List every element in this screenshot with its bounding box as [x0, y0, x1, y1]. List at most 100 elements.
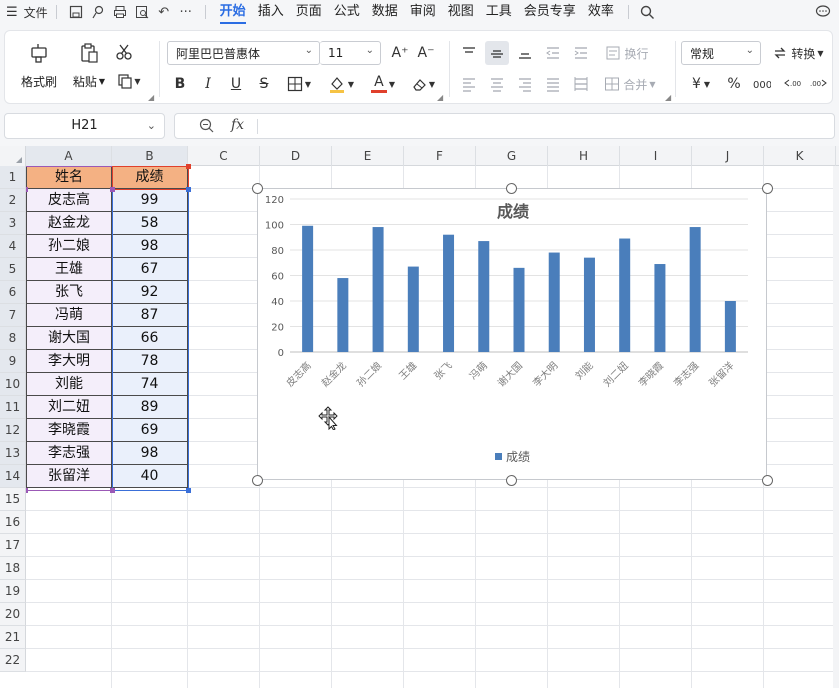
name-cell[interactable]: 王雄 — [26, 258, 112, 281]
column-header-j[interactable]: J — [692, 146, 764, 166]
name-cell[interactable]: 李晓霞 — [26, 419, 112, 442]
tab-member[interactable]: 会员专享 — [518, 0, 582, 24]
align-left-icon[interactable] — [457, 73, 481, 95]
row-header-13[interactable]: 13 — [0, 442, 26, 465]
column-header-h[interactable]: H — [548, 146, 620, 166]
row-header-16[interactable]: 16 — [0, 511, 26, 534]
italic-button[interactable]: I — [197, 73, 219, 95]
convert-button[interactable]: 转换 ▼ — [767, 41, 829, 65]
score-cell[interactable]: 87 — [112, 304, 188, 327]
column-header-d[interactable]: D — [260, 146, 332, 166]
column-header-i[interactable]: I — [620, 146, 692, 166]
zoom-icon[interactable] — [199, 118, 214, 137]
border-button[interactable]: ▼ — [281, 73, 317, 95]
row-header-1[interactable]: 1 — [0, 166, 26, 189]
score-cell[interactable]: 78 — [112, 350, 188, 373]
row-header-9[interactable]: 9 — [0, 350, 26, 373]
thousands-separator-icon[interactable]: 000 — [749, 73, 775, 95]
currency-button[interactable]: ¥ ▼ — [683, 73, 719, 95]
tab-insert[interactable]: 插入 — [252, 0, 290, 24]
tab-view[interactable]: 视图 — [442, 0, 480, 24]
paste-icon[interactable] — [69, 39, 109, 67]
chart-resize-handle[interactable] — [762, 183, 773, 194]
column-header-b[interactable]: B — [112, 146, 188, 166]
column-header-g[interactable]: G — [476, 146, 548, 166]
increase-decimal-icon[interactable]: .00 — [779, 73, 805, 95]
row-header-21[interactable]: 21 — [0, 626, 26, 649]
score-cell[interactable]: 58 — [112, 212, 188, 235]
format-painter-button[interactable]: 格式刷 — [17, 73, 61, 89]
score-cell[interactable]: 98 — [112, 235, 188, 258]
tab-tools[interactable]: 工具 — [480, 0, 518, 24]
print-icon[interactable] — [109, 1, 131, 23]
row-header-19[interactable]: 19 — [0, 580, 26, 603]
undo-icon[interactable]: ↶ — [153, 1, 175, 23]
export-icon[interactable] — [87, 1, 109, 23]
spreadsheet-grid[interactable]: ABCDEFGHIJK 姓名 成绩 皮志高 99 赵金龙 58 孙二娘 98 王雄 67 张飞 92 冯… — [0, 146, 839, 688]
alignment-dialog-launcher-icon[interactable]: ◢ — [665, 93, 671, 102]
row-header-6[interactable]: 6 — [0, 281, 26, 304]
name-cell[interactable]: 张留洋 — [26, 465, 112, 488]
underline-button[interactable]: U — [225, 73, 247, 95]
chart-resize-handle[interactable] — [252, 475, 263, 486]
name-cell[interactable]: 张飞 — [26, 281, 112, 304]
paste-button[interactable]: 粘贴 ▼ — [67, 73, 111, 89]
column-header-k[interactable]: K — [764, 146, 836, 166]
increase-indent-icon[interactable] — [569, 41, 593, 65]
save-icon[interactable] — [65, 1, 87, 23]
score-cell[interactable]: 98 — [112, 442, 188, 465]
row-header-4[interactable]: 4 — [0, 235, 26, 258]
name-cell[interactable]: 李大明 — [26, 350, 112, 373]
name-cell[interactable]: 孙二娘 — [26, 235, 112, 258]
column-header-e[interactable]: E — [332, 146, 404, 166]
row-header-3[interactable]: 3 — [0, 212, 26, 235]
comment-icon[interactable] — [813, 2, 833, 22]
tab-efficiency[interactable]: 效率 — [582, 0, 620, 24]
decrease-indent-icon[interactable] — [541, 41, 565, 65]
font-color-button[interactable]: A ▼ — [365, 73, 401, 95]
column-header-f[interactable]: F — [404, 146, 476, 166]
justify-icon[interactable] — [541, 73, 565, 95]
fill-color-button[interactable]: ▼ — [323, 73, 359, 95]
font-size-select[interactable]: 11 ⌄ — [320, 41, 381, 65]
tab-page[interactable]: 页面 — [290, 0, 328, 24]
percent-button[interactable]: % — [723, 73, 745, 95]
function-icon[interactable]: fx — [231, 117, 244, 133]
increase-font-button[interactable]: A⁺ — [389, 41, 411, 65]
bar-chart[interactable]: 0 20 40 60 80 100 120 皮志高 赵金龙 孙二娘 王雄 张飞 冯萌 谢大国 李大明 刘能 刘二… — [257, 188, 767, 480]
tab-formula[interactable]: 公式 — [328, 0, 366, 24]
row-header-7[interactable]: 7 — [0, 304, 26, 327]
score-cell[interactable]: 66 — [112, 327, 188, 350]
column-header-a[interactable]: A — [26, 146, 112, 166]
header-cell-name[interactable]: 姓名 — [26, 166, 112, 189]
file-menu[interactable]: ☰ 文件 — [0, 0, 48, 24]
row-header-11[interactable]: 11 — [0, 396, 26, 419]
cut-icon[interactable] — [111, 41, 137, 63]
row-header-14[interactable]: 14 — [0, 465, 26, 488]
align-center-icon[interactable] — [485, 73, 509, 95]
row-header-10[interactable]: 10 — [0, 373, 26, 396]
wrap-text-button[interactable]: 换行 — [599, 41, 655, 65]
copy-icon[interactable]: ▼ — [113, 71, 145, 91]
row-header-5[interactable]: 5 — [0, 258, 26, 281]
number-format-select[interactable]: 常规 ⌄ — [681, 41, 761, 65]
clipboard-dialog-launcher-icon[interactable]: ◢ — [148, 93, 154, 102]
score-cell[interactable]: 74 — [112, 373, 188, 396]
bold-button[interactable]: B — [169, 73, 191, 95]
row-header-20[interactable]: 20 — [0, 603, 26, 626]
score-cell[interactable]: 67 — [112, 258, 188, 281]
row-header-8[interactable]: 8 — [0, 327, 26, 350]
merge-button[interactable]: 合并 ▼ — [599, 73, 661, 95]
chart-resize-handle[interactable] — [252, 183, 263, 194]
align-right-icon[interactable] — [513, 73, 537, 95]
chart-resize-handle[interactable] — [762, 475, 773, 486]
row-header-12[interactable]: 12 — [0, 419, 26, 442]
more-icon[interactable]: ··· — [175, 1, 197, 23]
range-handle[interactable] — [186, 488, 191, 493]
chart-resize-handle[interactable] — [506, 183, 517, 194]
format-painter-icon[interactable] — [19, 39, 59, 67]
clear-format-button[interactable]: ▼ — [405, 73, 441, 95]
score-cell[interactable]: 40 — [112, 465, 188, 488]
row-header-17[interactable]: 17 — [0, 534, 26, 557]
formula-input-area[interactable]: fx — [174, 113, 835, 139]
